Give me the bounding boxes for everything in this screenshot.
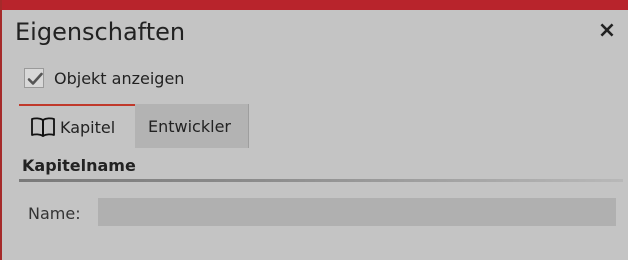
checkmark-icon bbox=[27, 72, 43, 85]
window-title: Eigenschaften bbox=[15, 18, 186, 46]
book-icon bbox=[30, 116, 56, 138]
show-object-row[interactable]: Objekt anzeigen bbox=[24, 66, 184, 90]
window-accent-bar bbox=[2, 0, 628, 10]
section-title: Kapitelname bbox=[22, 156, 136, 175]
close-icon[interactable]: × bbox=[596, 20, 618, 42]
show-object-checkbox[interactable] bbox=[24, 68, 44, 88]
titlebar: Eigenschaften × bbox=[2, 10, 628, 56]
tab-entwickler[interactable]: Entwickler bbox=[135, 104, 249, 148]
name-input[interactable] bbox=[98, 198, 616, 226]
tab-bar: Kapitel Entwickler bbox=[19, 104, 249, 148]
tab-kapitel-label: Kapitel bbox=[60, 117, 116, 137]
properties-panel: Eigenschaften × Objekt anzeigen Kapitel … bbox=[0, 0, 628, 260]
name-row: Name: bbox=[28, 199, 98, 227]
section-divider bbox=[19, 179, 623, 182]
tab-entwickler-label: Entwickler bbox=[148, 116, 231, 136]
tab-kapitel[interactable]: Kapitel bbox=[19, 104, 135, 148]
show-object-label: Objekt anzeigen bbox=[54, 68, 185, 88]
name-label: Name: bbox=[28, 203, 81, 223]
